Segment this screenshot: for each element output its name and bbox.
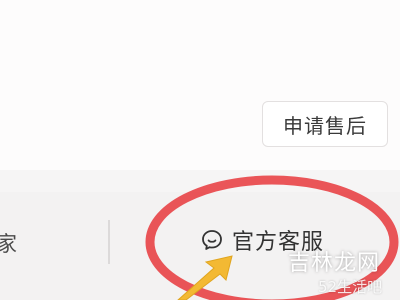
bottom-bar-divider — [108, 220, 110, 264]
chat-bubble-smile-icon — [200, 228, 224, 252]
apply-after-sale-button[interactable]: 申请售后 — [262, 101, 388, 147]
contact-seller-button[interactable]: 家 — [0, 228, 17, 258]
watermark-text: 吉林龙网 — [288, 251, 381, 276]
watermark-subtext: 52生活吧 — [318, 278, 383, 296]
